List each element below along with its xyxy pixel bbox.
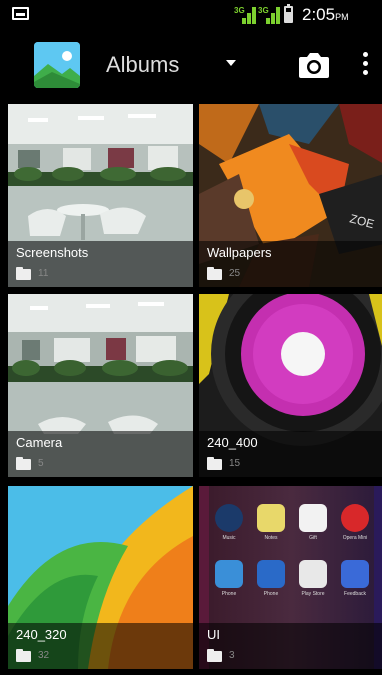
notification-icon — [12, 7, 29, 20]
album-count: 11 — [38, 268, 49, 279]
folder-icon — [207, 267, 222, 280]
album-name: 240_400 — [207, 435, 258, 450]
album-tile-ui[interactable]: Music Notes Gift Opera Mini Phone Phone … — [199, 486, 382, 669]
folder-icon — [207, 649, 222, 662]
album-name: UI — [207, 627, 220, 642]
action-bar: Albums — [0, 30, 382, 100]
album-caption: UI 3 — [199, 623, 382, 669]
time-text: 2:05 — [302, 5, 336, 24]
battery-icon — [284, 4, 293, 23]
app-label: Play Store — [301, 591, 325, 597]
album-caption: 240_400 15 — [199, 431, 382, 477]
network-type-label-2: 3G — [258, 6, 269, 15]
app-label: Phone — [221, 591, 237, 597]
album-tile-240-400[interactable]: 240_400 15 — [199, 294, 382, 477]
status-bar: 3G 3G 2:05PM — [0, 0, 382, 30]
album-caption: 240_320 32 — [8, 623, 193, 669]
album-tile-screenshots[interactable]: Screenshots 11 — [8, 104, 193, 287]
album-name: Screenshots — [16, 245, 89, 260]
album-tile-camera[interactable]: Camera 5 — [8, 294, 193, 477]
signal-icon: 3G — [234, 6, 256, 24]
album-count: 3 — [229, 650, 235, 661]
album-caption: Wallpapers 25 — [199, 241, 382, 287]
view-title[interactable]: Albums — [106, 52, 179, 78]
music-app-icon — [215, 504, 243, 532]
ampm-text: PM — [335, 12, 349, 22]
folder-icon — [16, 649, 31, 662]
album-count: 5 — [38, 458, 44, 469]
album-name: Wallpapers — [207, 245, 272, 260]
gift-app-icon — [299, 504, 327, 532]
dropdown-icon[interactable] — [226, 60, 236, 66]
album-count: 32 — [38, 650, 50, 661]
album-caption: Screenshots 11 — [8, 241, 193, 287]
app-label: Gift — [309, 535, 317, 541]
album-tile-wallpapers[interactable]: ZOE Wallpapers 25 — [199, 104, 382, 287]
album-count: 25 — [229, 268, 241, 279]
app-label: Feedback — [344, 591, 366, 597]
feedback-app-icon — [341, 560, 369, 588]
overflow-menu-icon[interactable] — [356, 50, 376, 80]
phone-app-icon-2 — [257, 560, 285, 588]
album-tile-240-320[interactable]: 240_320 32 — [8, 486, 193, 669]
gallery-app-icon[interactable] — [34, 42, 80, 88]
phone-app-icon — [215, 560, 243, 588]
app-label: Notes — [264, 535, 278, 541]
folder-icon — [16, 267, 31, 280]
app-label: Opera Mini — [342, 535, 368, 541]
camera-icon[interactable] — [298, 52, 330, 80]
play-store-app-icon — [299, 560, 327, 588]
app-label: Music — [222, 535, 236, 541]
folder-icon — [16, 457, 31, 470]
folder-icon — [207, 457, 222, 470]
album-count: 15 — [229, 458, 241, 469]
signal-icon-2: 3G — [258, 6, 280, 24]
status-time: 2:05PM — [302, 5, 349, 25]
notes-app-icon — [257, 504, 285, 532]
album-name: 240_320 — [16, 627, 67, 642]
app-label: Phone — [263, 591, 279, 597]
album-caption: Camera 5 — [8, 431, 193, 477]
album-name: Camera — [16, 435, 63, 450]
network-type-label: 3G — [234, 6, 245, 15]
opera-app-icon — [341, 504, 369, 532]
